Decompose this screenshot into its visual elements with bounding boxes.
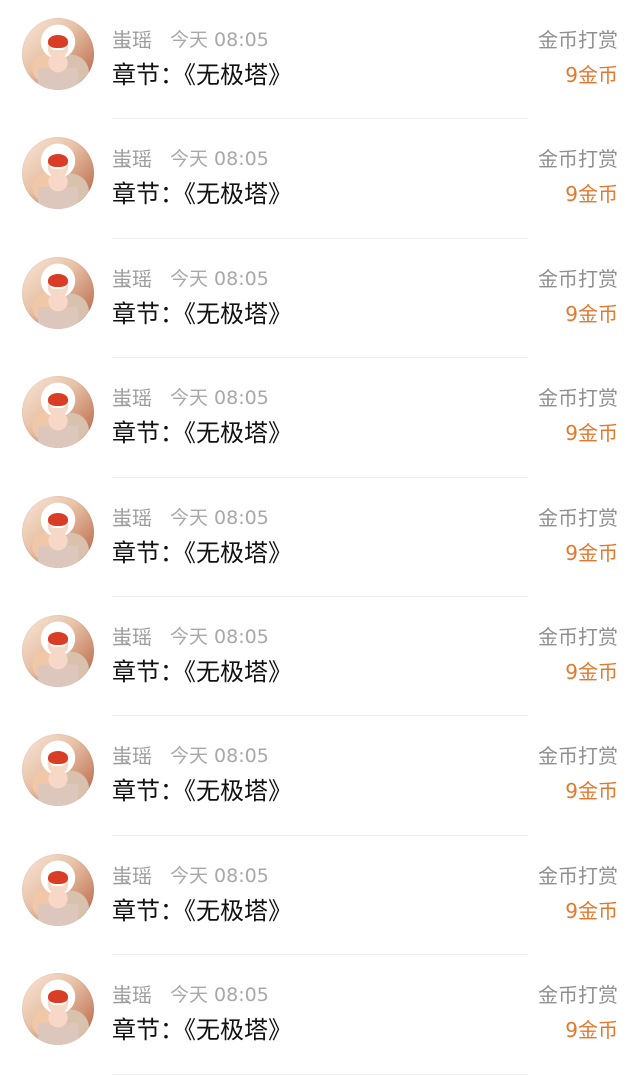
chapter-title: 章节：《无极塔》	[112, 299, 292, 328]
username: 蚩瑶	[112, 386, 152, 411]
reward-type: 金币打赏	[538, 983, 618, 1008]
reward-type: 金币打赏	[538, 863, 618, 888]
chapter-title: 章节：《无极塔》	[112, 777, 292, 806]
username: 蚩瑶	[112, 28, 152, 52]
chapter-title: 章节：《无极塔》	[112, 657, 292, 686]
reward-amount: 9金币	[565, 301, 618, 326]
user-avatar-icon[interactable]	[22, 18, 94, 90]
chapter-title: 章节：《无极塔》	[112, 1016, 292, 1045]
timestamp: 今天 08:05	[170, 625, 269, 648]
chapter-title: 章节：《无极塔》	[112, 538, 292, 567]
list-item[interactable]: 蚩瑶 今天 08:05 金币打赏 章节：《无极塔》 9金币	[0, 836, 640, 956]
user-avatar-icon[interactable]	[22, 734, 94, 807]
timestamp: 今天 08:05	[170, 745, 269, 768]
reward-type: 金币打赏	[538, 386, 618, 411]
reward-type: 金币打赏	[538, 28, 618, 52]
username: 蚩瑶	[112, 983, 152, 1008]
username: 蚩瑶	[112, 147, 152, 172]
user-avatar-icon[interactable]	[22, 376, 94, 449]
timestamp: 今天 08:05	[170, 387, 269, 410]
reward-type: 金币打赏	[538, 266, 618, 291]
user-avatar-icon[interactable]	[22, 137, 94, 210]
username: 蚩瑶	[112, 266, 152, 291]
user-avatar-icon[interactable]	[22, 853, 94, 926]
list-item[interactable]: 蚩瑶 今天 08:05 金币打赏 章节：《无极塔》 9金币	[0, 358, 640, 478]
list-item[interactable]: 蚩瑶 今天 08:05 金币打赏 章节：《无极塔》 9金币	[0, 478, 640, 598]
user-avatar-icon[interactable]	[22, 614, 94, 687]
reward-type: 金币打赏	[538, 147, 618, 172]
reward-amount: 9金币	[565, 898, 618, 923]
user-avatar-icon[interactable]	[22, 256, 94, 329]
chapter-title: 章节：《无极塔》	[112, 419, 292, 448]
reward-amount: 9金币	[565, 540, 618, 565]
username: 蚩瑶	[112, 505, 152, 530]
list-item[interactable]: 蚩瑶 今天 08:05 金币打赏 章节：《无极塔》 9金币	[0, 119, 640, 240]
timestamp: 今天 08:05	[170, 267, 269, 290]
coin-reward-list: 蚩瑶 今天 08:05 金币打赏 章节：《无极塔》 9金币 蚩瑶 今天 08:0…	[0, 0, 640, 1075]
chapter-title: 章节：《无极塔》	[112, 61, 292, 89]
list-item[interactable]: 蚩瑶 今天 08:05 金币打赏 章节：《无极塔》 9金币	[0, 597, 640, 717]
chapter-title: 章节：《无极塔》	[112, 180, 292, 209]
reward-amount: 9金币	[565, 779, 618, 804]
timestamp: 今天 08:05	[170, 29, 269, 51]
reward-amount: 9金币	[565, 1018, 618, 1043]
reward-type: 金币打赏	[538, 624, 618, 649]
username: 蚩瑶	[112, 624, 152, 649]
timestamp: 今天 08:05	[170, 864, 269, 887]
list-item[interactable]: 蚩瑶 今天 08:05 金币打赏 章节：《无极塔》 9金币	[0, 0, 640, 120]
timestamp: 今天 08:05	[170, 148, 269, 171]
chapter-title: 章节：《无极塔》	[112, 896, 292, 925]
list-item[interactable]: 蚩瑶 今天 08:05 金币打赏 章节：《无极塔》 9金币	[0, 955, 640, 1075]
user-avatar-icon[interactable]	[22, 495, 94, 568]
timestamp: 今天 08:05	[170, 506, 269, 529]
list-item[interactable]: 蚩瑶 今天 08:05 金币打赏 章节：《无极塔》 9金币	[0, 239, 640, 359]
timestamp: 今天 08:05	[170, 984, 269, 1007]
reward-type: 金币打赏	[538, 744, 618, 769]
reward-amount: 9金币	[565, 63, 618, 87]
list-item[interactable]: 蚩瑶 今天 08:05 金币打赏 章节：《无极塔》 9金币	[0, 716, 640, 837]
reward-amount: 9金币	[565, 421, 618, 446]
username: 蚩瑶	[112, 744, 152, 769]
username: 蚩瑶	[112, 863, 152, 888]
user-avatar-icon[interactable]	[22, 973, 94, 1046]
reward-type: 金币打赏	[538, 505, 618, 530]
reward-amount: 9金币	[565, 182, 618, 207]
reward-amount: 9金币	[565, 659, 618, 684]
